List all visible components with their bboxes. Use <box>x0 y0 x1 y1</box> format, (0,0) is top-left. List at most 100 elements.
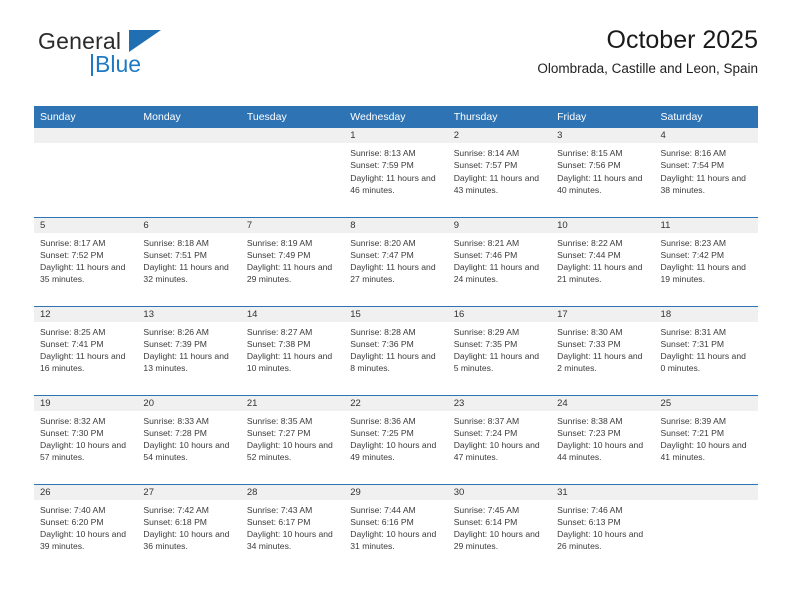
sunrise-text: Sunrise: 7:46 AM <box>557 504 623 515</box>
day-details: Sunrise: 7:40 AM Sunset: 6:20 PM Daylight:… <box>34 500 137 553</box>
calendar-day-cell[interactable]: 15 Sunrise: 8:28 AM Sunset: 7:36 PM Dayligh… <box>344 305 448 395</box>
sunrise-text: Sunrise: 8:31 AM <box>660 326 726 337</box>
daylight-text: Daylight: 11 hours and 8 minutes. <box>350 351 436 374</box>
calendar-day-cell[interactable]: 26 Sunrise: 7:40 AM Sunset: 6:20 PM Dayligh… <box>34 483 138 573</box>
calendar-day-cell[interactable]: 7 Sunrise: 8:19 AM Sunset: 7:49 PM Daylight… <box>240 216 345 306</box>
calendar-day-cell[interactable]: 23 Sunrise: 8:37 AM Sunset: 7:24 PM Dayligh… <box>447 394 552 484</box>
sunset-text: Sunset: 7:24 PM <box>453 427 518 438</box>
day-number: 18 <box>654 306 758 322</box>
sunset-text: Sunset: 7:56 PM <box>557 160 621 171</box>
daylight-text: Daylight: 11 hours and 38 minutes. <box>660 172 746 195</box>
day-number: 3 <box>551 128 655 143</box>
calendar-day-cell[interactable]: 12 Sunrise: 8:25 AM Sunset: 7:41 PM Dayligh… <box>34 305 138 395</box>
calendar-day-cell[interactable]: 21 Sunrise: 8:35 AM Sunset: 7:27 PM Dayligh… <box>240 394 345 484</box>
weekday-header-monday: Monday <box>137 106 241 128</box>
day-number: 25 <box>654 395 758 411</box>
sunrise-text: Sunrise: 8:19 AM <box>246 237 313 248</box>
day-number: 15 <box>344 306 448 322</box>
daylight-text: Daylight: 10 hours and 57 minutes. <box>40 440 126 463</box>
daylight-text: Daylight: 11 hours and 32 minutes. <box>143 262 229 285</box>
calendar-day-cell[interactable]: 6 Sunrise: 8:18 AM Sunset: 7:51 PM Daylight… <box>137 216 241 306</box>
sunrise-text: Sunrise: 8:26 AM <box>143 326 209 337</box>
day-number: 31 <box>551 484 655 500</box>
calendar-day-cell[interactable]: 5 Sunrise: 8:17 AM Sunset: 7:52 PM Daylight… <box>34 216 138 306</box>
sunset-text: Sunset: 7:59 PM <box>350 160 414 171</box>
calendar-day-cell[interactable]: 28 Sunrise: 7:43 AM Sunset: 6:17 PM Dayligh… <box>240 483 345 573</box>
calendar-day-cell[interactable]: 24 Sunrise: 8:38 AM Sunset: 7:23 PM Dayligh… <box>551 394 655 484</box>
day-details: Sunrise: 8:29 AM Sunset: 7:35 PM Daylight:… <box>448 322 551 375</box>
calendar-body: 1 Sunrise: 8:13 AM Sunset: 7:59 PM Daylight… <box>34 128 758 573</box>
sunrise-text: Sunrise: 8:28 AM <box>350 326 416 337</box>
sunset-text: Sunset: 7:35 PM <box>453 338 518 349</box>
calendar-day-cell[interactable]: 27 Sunrise: 7:42 AM Sunset: 6:18 PM Dayligh… <box>137 483 241 573</box>
calendar-day-cell[interactable]: 22 Sunrise: 8:36 AM Sunset: 7:25 PM Dayligh… <box>344 394 448 484</box>
sunrise-text: Sunrise: 8:16 AM <box>660 148 726 158</box>
calendar-day-cell[interactable]: 20 Sunrise: 8:33 AM Sunset: 7:28 PM Dayligh… <box>137 394 241 484</box>
calendar-day-cell[interactable]: 1 Sunrise: 8:13 AM Sunset: 7:59 PM Daylight… <box>344 128 448 217</box>
daylight-text: Daylight: 11 hours and 19 minutes. <box>660 262 746 285</box>
sunrise-text: Sunrise: 8:14 AM <box>453 148 520 158</box>
daylight-text: Daylight: 11 hours and 46 minutes. <box>350 172 436 195</box>
sunrise-text: Sunrise: 8:29 AM <box>453 326 520 337</box>
calendar-day-cell[interactable]: 19 Sunrise: 8:32 AM Sunset: 7:30 PM Dayligh… <box>34 394 138 484</box>
daylight-text: Daylight: 10 hours and 54 minutes. <box>143 440 230 463</box>
calendar-day-cell[interactable]: 25 Sunrise: 8:39 AM Sunset: 7:21 PM Dayligh… <box>654 394 758 484</box>
page-subtitle: Olombrada, Castille and Leon, Spain <box>537 60 758 76</box>
sunset-text: Sunset: 6:14 PM <box>453 516 518 527</box>
sunset-text: Sunset: 7:23 PM <box>557 427 621 438</box>
calendar-day-cell[interactable]: 30 Sunrise: 7:45 AM Sunset: 6:14 PM Dayligh… <box>447 483 552 573</box>
sunset-text: Sunset: 7:57 PM <box>453 160 518 171</box>
calendar-day-cell[interactable]: 10 Sunrise: 8:22 AM Sunset: 7:44 PM Dayligh… <box>551 216 655 306</box>
sunrise-text: Sunrise: 8:33 AM <box>143 415 209 426</box>
daylight-text: Daylight: 10 hours and 44 minutes. <box>557 440 644 463</box>
calendar-day-cell[interactable]: 11 Sunrise: 8:23 AM Sunset: 7:42 PM Dayligh… <box>654 216 758 306</box>
weekday-header-friday: Friday <box>551 106 655 128</box>
logo-bar-accent <box>91 54 93 76</box>
daylight-text: Daylight: 10 hours and 31 minutes. <box>350 529 437 552</box>
day-number: 6 <box>137 217 241 233</box>
day-number: 24 <box>551 395 655 411</box>
day-details: Sunrise: 8:35 AM Sunset: 7:27 PM Daylight:… <box>241 411 344 464</box>
calendar-day-cell[interactable]: 14 Sunrise: 8:27 AM Sunset: 7:38 PM Dayligh… <box>240 305 345 395</box>
calendar-day-cell[interactable]: 3 Sunrise: 8:15 AM Sunset: 7:56 PM Daylight… <box>551 128 655 217</box>
day-details: Sunrise: 8:27 AM Sunset: 7:38 PM Daylight:… <box>241 322 344 375</box>
calendar-day-cell[interactable]: 2 Sunrise: 8:14 AM Sunset: 7:57 PM Daylight… <box>447 128 552 217</box>
calendar-day-cell[interactable]: 4 Sunrise: 8:16 AM Sunset: 7:54 PM Daylight… <box>654 128 758 217</box>
weekday-header-sunday: Sunday <box>34 106 138 128</box>
calendar-day-cell[interactable]: 9 Sunrise: 8:21 AM Sunset: 7:46 PM Daylight… <box>447 216 552 306</box>
day-number: 27 <box>137 484 241 500</box>
sunrise-text: Sunrise: 8:20 AM <box>350 237 416 248</box>
sunset-text: Sunset: 7:38 PM <box>246 338 311 349</box>
day-details: Sunrise: 7:43 AM Sunset: 6:17 PM Daylight:… <box>241 500 344 553</box>
day-details: Sunrise: 8:38 AM Sunset: 7:23 PM Daylight:… <box>551 411 654 464</box>
sunset-text: Sunset: 7:44 PM <box>557 249 621 260</box>
calendar-day-cell[interactable]: 8 Sunrise: 8:20 AM Sunset: 7:47 PM Daylight… <box>344 216 448 306</box>
sunrise-text: Sunrise: 8:22 AM <box>557 237 623 248</box>
daylight-text: Daylight: 11 hours and 40 minutes. <box>557 172 643 195</box>
sunrise-sunset-calendar: Sunday Monday Tuesday Wednesday Thursday Frid… <box>34 106 758 573</box>
general-blue-logo: General Blue <box>34 26 264 86</box>
calendar-day-cell[interactable]: 29 Sunrise: 7:44 AM Sunset: 6:16 PM Dayligh… <box>344 483 448 573</box>
sunset-text: Sunset: 7:33 PM <box>557 338 621 349</box>
calendar-day-cell[interactable]: 18 Sunrise: 8:31 AM Sunset: 7:31 PM Dayligh… <box>654 305 758 395</box>
daylight-text: Daylight: 10 hours and 36 minutes. <box>143 529 230 552</box>
daylight-text: Daylight: 11 hours and 5 minutes. <box>453 351 540 374</box>
day-number: 16 <box>447 306 552 322</box>
daylight-text: Daylight: 11 hours and 24 minutes. <box>453 262 540 285</box>
sunset-text: Sunset: 7:41 PM <box>40 338 104 349</box>
sunrise-text: Sunrise: 8:25 AM <box>40 326 106 337</box>
sunset-text: Sunset: 7:25 PM <box>350 427 414 438</box>
day-number: 8 <box>344 217 448 233</box>
sunrise-text: Sunrise: 8:17 AM <box>40 237 106 248</box>
calendar-day-cell[interactable]: 13 Sunrise: 8:26 AM Sunset: 7:39 PM Dayligh… <box>137 305 241 395</box>
day-details: Sunrise: 8:37 AM Sunset: 7:24 PM Daylight:… <box>448 411 551 464</box>
calendar-day-cell-empty <box>654 483 758 573</box>
calendar-day-cell[interactable]: 16 Sunrise: 8:29 AM Sunset: 7:35 PM Dayligh… <box>447 305 552 395</box>
calendar-day-cell[interactable]: 17 Sunrise: 8:30 AM Sunset: 7:33 PM Dayligh… <box>551 305 655 395</box>
day-details: Sunrise: 7:44 AM Sunset: 6:16 PM Daylight:… <box>344 500 447 553</box>
daylight-text: Daylight: 11 hours and 29 minutes. <box>246 262 333 285</box>
calendar-week-row: 12 Sunrise: 8:25 AM Sunset: 7:41 PM Dayligh… <box>34 305 758 395</box>
sunrise-text: Sunrise: 7:40 AM <box>40 504 106 515</box>
calendar-day-cell[interactable]: 31 Sunrise: 7:46 AM Sunset: 6:13 PM Dayligh… <box>551 483 655 573</box>
logo-text-blue: Blue <box>95 51 142 77</box>
